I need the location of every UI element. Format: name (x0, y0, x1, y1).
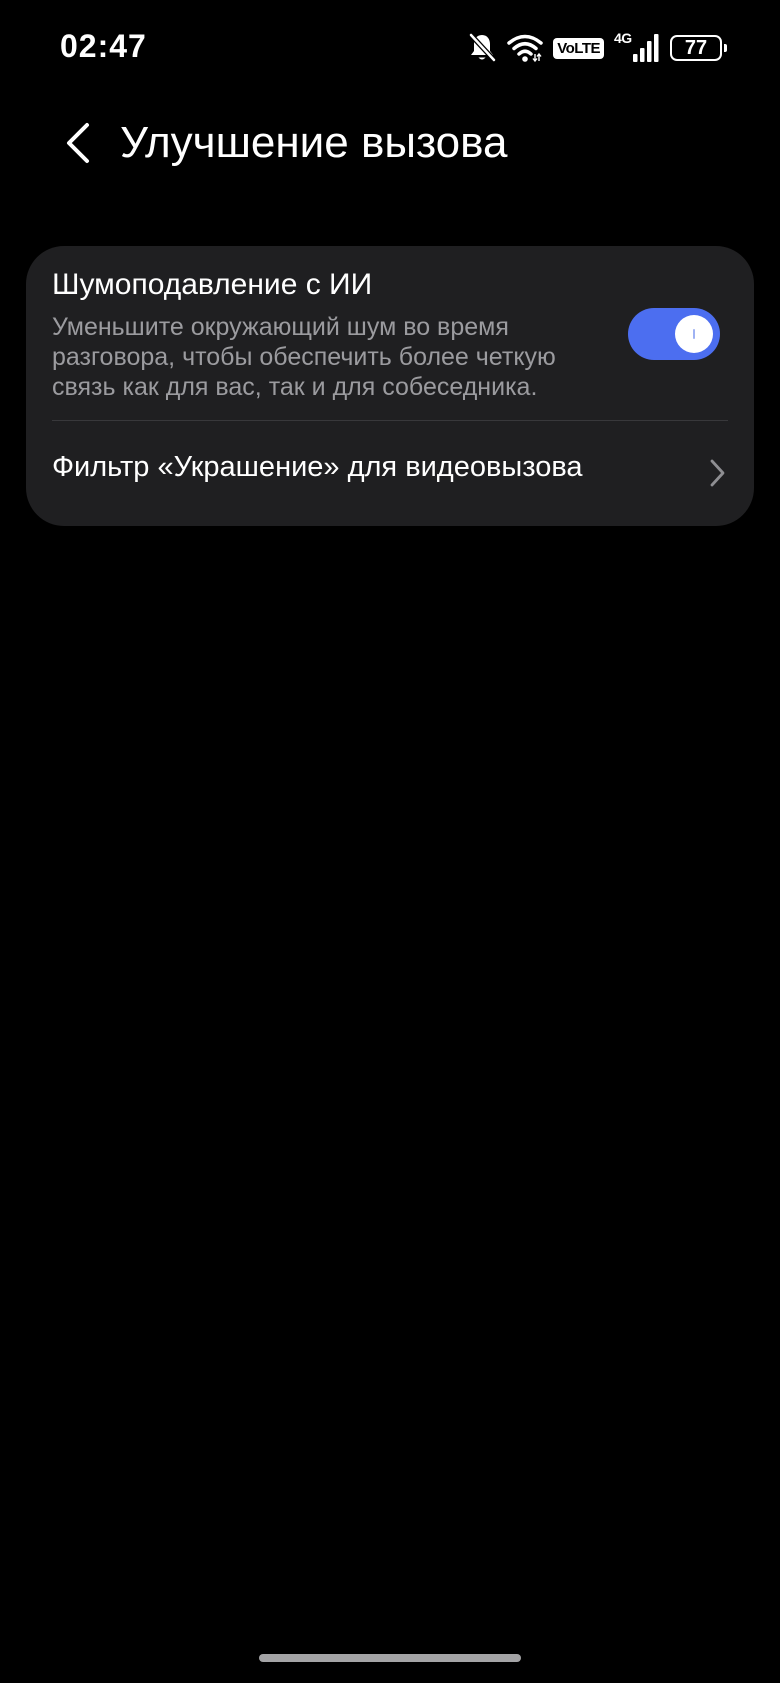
video-filter-label: Фильтр «Украшение» для видеовызова (52, 451, 583, 483)
volte-icon: VoLTE (553, 37, 604, 59)
bell-off-icon (467, 32, 497, 64)
toggle-knob (675, 315, 713, 353)
chevron-left-icon (63, 121, 93, 170)
noise-suppression-toggle[interactable] (628, 308, 720, 360)
header: Улучшение вызова (0, 110, 780, 180)
home-indicator[interactable] (259, 1654, 521, 1662)
battery-level: 77 (684, 37, 708, 59)
screen: 02:47 VoLTE 4G 77 Улучшение вызова Шумоп… (0, 0, 780, 1683)
toggle-knob-mark (693, 329, 695, 339)
status-icons: VoLTE 4G 77 (467, 30, 727, 66)
noise-suppression-row[interactable]: Шумоподавление с ИИ Уменьшите окружающий… (26, 246, 754, 421)
status-time: 02:47 (60, 28, 147, 64)
wifi-icon (507, 33, 543, 63)
chevron-right-icon (706, 457, 728, 489)
noise-suppression-title: Шумоподавление с ИИ (52, 268, 373, 301)
back-button[interactable] (52, 118, 104, 172)
battery-icon: 77 (670, 35, 727, 61)
settings-card: Шумоподавление с ИИ Уменьшите окружающий… (26, 246, 754, 526)
video-filter-row[interactable]: Фильтр «Украшение» для видеовызова (26, 421, 754, 526)
signal-icon: 4G (614, 30, 660, 64)
status-bar: 02:47 VoLTE 4G 77 (0, 0, 780, 96)
page-title: Улучшение вызова (120, 118, 508, 167)
noise-suppression-description: Уменьшите окружающий шум во время разгов… (52, 313, 556, 401)
